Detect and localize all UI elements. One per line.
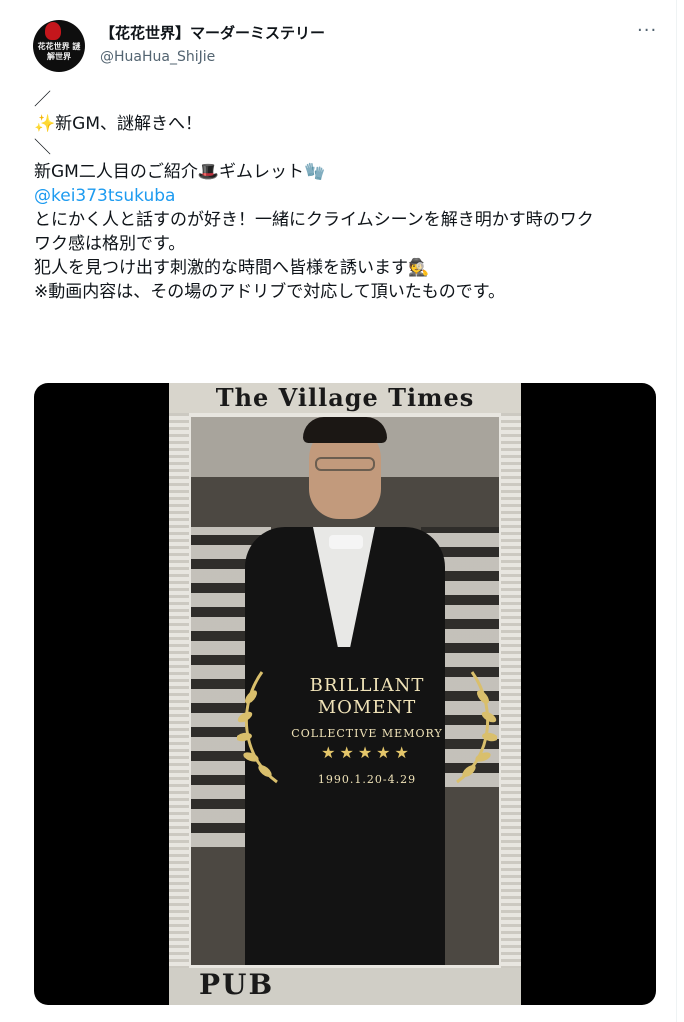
overlay-date: 1990.1.20-4.29 — [317, 773, 417, 786]
person-bowtie — [329, 535, 363, 549]
text-line: ※動画内容は、その場のアドリブで対応して頂いたものです。 — [34, 282, 506, 302]
overlay-stars: ★★★★★ — [321, 743, 413, 762]
video-title-overlay: BRILLIANT MOMENT COLLECTIVE MEMORY ★★★★★… — [237, 657, 497, 807]
tweet-text: ／ ✨新GM、謎解きへ！ ＼ 新GM二人目のご紹介🎩ギムレット🧤 @kei373… — [34, 88, 664, 304]
mention-link[interactable]: @kei373tsukuba — [34, 184, 664, 208]
text-line: 犯人を見つけ出す刺激的な時間へ皆様を誘います🕵 — [34, 258, 430, 278]
newspaper-column-left — [169, 413, 189, 968]
video-scene: BRILLIANT MOMENT COLLECTIVE MEMORY ★★★★★… — [191, 417, 499, 965]
text-line: ＼ — [34, 138, 51, 158]
overlay-subtitle: COLLECTIVE MEMORY — [291, 727, 443, 740]
more-options-icon[interactable]: ··· — [637, 20, 657, 41]
tweet-card: 花花世界 謎解世界 【花花世界】マーダーミステリー @HuaHua_ShiJie… — [0, 0, 677, 1022]
text-line: 新GM二人目のご紹介🎩ギムレット🧤 — [34, 162, 326, 182]
user-handle[interactable]: @HuaHua_ShiJie — [100, 49, 215, 65]
newspaper-masthead: The Village Times — [169, 383, 521, 413]
overlay-title-line-2: MOMENT — [317, 697, 417, 718]
person-hair — [303, 417, 387, 443]
overlay-title-line-1: BRILLIANT — [309, 675, 425, 696]
flower-logo-icon — [45, 22, 61, 40]
video-frame: The Village Times PUB BRILLIANT MOMENT C… — [169, 383, 521, 1005]
text-line: とにかく人と話すのが好き！一緒にクライムシーンを解き明かす時のワク — [34, 210, 594, 230]
person-glasses — [315, 457, 375, 471]
text-line: ワク感は格別です。 — [34, 234, 186, 254]
display-name[interactable]: 【花花世界】マーダーミステリー — [100, 22, 325, 43]
avatar-logo-text: 花花世界 謎解世界 — [37, 42, 81, 61]
overlay-title: BRILLIANT MOMENT — [237, 675, 497, 719]
newspaper-column-right — [501, 413, 521, 968]
avatar[interactable]: 花花世界 謎解世界 — [33, 20, 85, 72]
text-line: ✨新GM、謎解きへ！ — [34, 114, 203, 134]
text-line: ／ — [34, 90, 51, 110]
newspaper-footer: PUB — [169, 968, 521, 1005]
newspaper-footer-text: PUB — [199, 968, 275, 1001]
video-player[interactable]: The Village Times PUB BRILLIANT MOMENT C… — [34, 383, 656, 1005]
